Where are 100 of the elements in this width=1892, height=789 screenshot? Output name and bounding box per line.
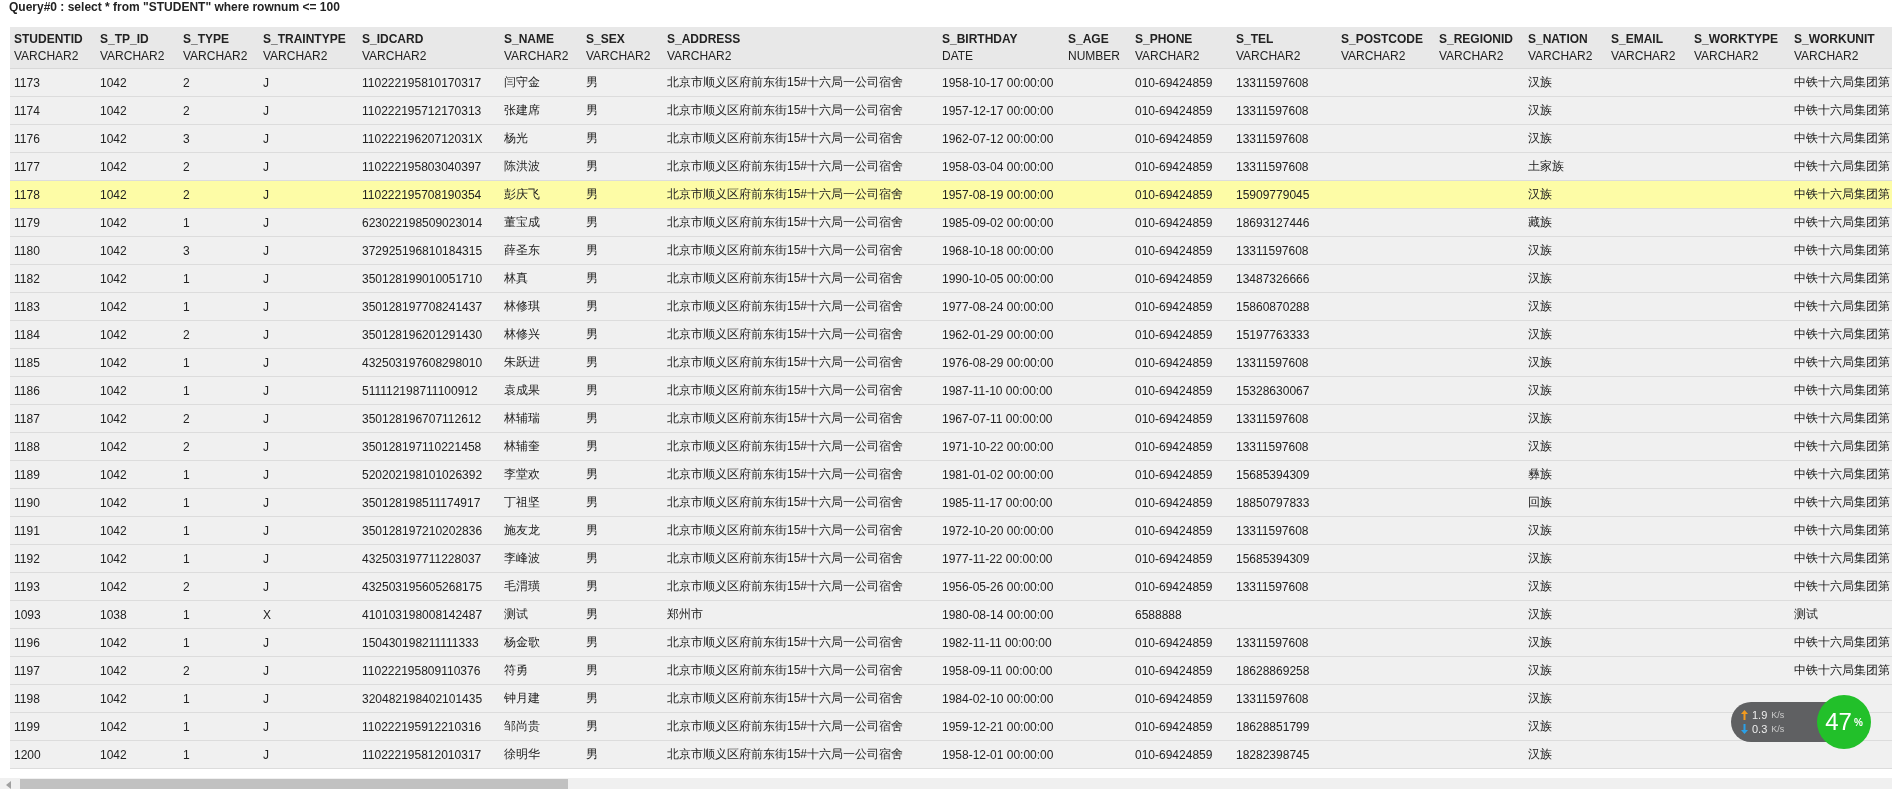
- table-cell: 1: [183, 495, 190, 510]
- table-row[interactable]: 1200 1042 1 J 110222195812010317 徐明华 男 北京市顺义区府前东街15#十六局一公司宿舍 1958-12-01 00:00:00 010-69424859 18282398745 汉族: [10, 740, 1892, 769]
- table-cell: 1191: [14, 523, 40, 538]
- table-cell: 施友龙: [504, 523, 540, 537]
- column-name: S_TP_ID: [100, 31, 149, 46]
- table-row[interactable]: 1188 1042 2 J 350128197110221458 林辅奎 男 北京市顺义区府前东街15#十六局一公司宿舍 1971-10-22 00:00:00 010-69424859 13311597608 汉族 中铁十六局集团第: [10, 432, 1892, 461]
- table-cell: 1042: [100, 75, 127, 90]
- table-row[interactable]: 1184 1042 2 J 350128196201291430 林修兴 男 北京市顺义区府前东街15#十六局一公司宿舍 1962-01-29 00:00:00 010-69424859 15197763333 汉族 中铁十六局集团第: [10, 320, 1892, 349]
- table-cell: 010-69424859: [1135, 719, 1213, 734]
- table-cell: 中铁十六局集团第: [1794, 411, 1890, 425]
- table-cell: 北京市顺义区府前东街15#十六局一公司宿舍: [667, 719, 904, 733]
- table-row[interactable]: 1093 1038 1 X 410103198008142487 测试 男 郑州市 1980-08-14 00:00:00 6588888 汉族 测试: [10, 600, 1892, 629]
- table-cell: 北京市顺义区府前东街15#十六局一公司宿舍: [667, 439, 904, 453]
- table-cell: 1185: [14, 355, 40, 370]
- table-cell: 林辅奎: [504, 439, 540, 453]
- column-name: S_AGE: [1068, 31, 1109, 46]
- table-cell: 中铁十六局集团第: [1794, 75, 1890, 89]
- table-cell: 中铁十六局集团第: [1794, 551, 1890, 565]
- table-row[interactable]: 1185 1042 1 J 432503197608298010 朱跃进 男 北京市顺义区府前东街15#十六局一公司宿舍 1976-08-29 00:00:00 010-69424859 13311597608 汉族 中铁十六局集团第: [10, 348, 1892, 377]
- table-cell: 15685394309: [1236, 467, 1310, 482]
- table-cell: 汉族: [1528, 355, 1552, 369]
- table-row[interactable]: 1189 1042 1 J 520202198101026392 李堂欢 男 北京市顺义区府前东街15#十六局一公司宿舍 1981-01-02 00:00:00 010-69424859 15685394309 彝族 中铁十六局集团第: [10, 460, 1892, 489]
- table-cell: 汉族: [1528, 635, 1552, 649]
- table-cell: 男: [586, 523, 598, 537]
- horizontal-scrollbar[interactable]: [0, 778, 1892, 789]
- column-name: S_TYPE: [183, 31, 230, 46]
- table-cell: J: [263, 635, 269, 650]
- table-row[interactable]: 1193 1042 2 J 432503195605268175 毛渭璜 男 北京市顺义区府前东街15#十六局一公司宿舍 1956-05-26 00:00:00 010-69424859 13311597608 汉族 中铁十六局集团第: [10, 572, 1892, 601]
- table-cell: 北京市顺义区府前东街15#十六局一公司宿舍: [667, 663, 904, 677]
- table-cell: 汉族: [1528, 327, 1552, 341]
- table-cell: 010-69424859: [1135, 131, 1213, 146]
- table-row[interactable]: 1177 1042 2 J 110222195803040397 陈洪波 男 北京市顺义区府前东街15#十六局一公司宿舍 1958-03-04 00:00:00 010-69424859 13311597608 土家族 中铁十六局集团第: [10, 152, 1892, 181]
- table-cell: 1173: [14, 75, 40, 90]
- table-row[interactable]: 1176 1042 3 J 11022219620712031X 杨光 男 北京市顺义区府前东街15#十六局一公司宿舍 1962-07-12 00:00:00 010-69424859 13311597608 汉族 中铁十六局集团第: [10, 124, 1892, 153]
- table-cell: 北京市顺义区府前东街15#十六局一公司宿舍: [667, 103, 904, 117]
- table-cell: 汉族: [1528, 299, 1552, 313]
- table-cell: 010-69424859: [1135, 635, 1213, 650]
- table-cell: 男: [586, 75, 598, 89]
- table-cell: 1042: [100, 719, 127, 734]
- table-row[interactable]: 1190 1042 1 J 350128198511174917 丁祖坚 男 北京市顺义区府前东街15#十六局一公司宿舍 1985-11-17 00:00:00 010-69424859 18850797833 回族 中铁十六局集团第: [10, 488, 1892, 517]
- table-row[interactable]: 1197 1042 2 J 110222195809110376 符勇 男 北京市顺义区府前东街15#十六局一公司宿舍 1958-09-11 00:00:00 010-69424859 18628869258 汉族 中铁十六局集团第: [10, 656, 1892, 685]
- table-row[interactable]: 1179 1042 1 J 623022198509023014 董宝成 男 北京市顺义区府前东街15#十六局一公司宿舍 1985-09-02 00:00:00 010-69424859 18693127446 藏族 中铁十六局集团第: [10, 208, 1892, 237]
- table-row[interactable]: 1187 1042 2 J 350128196707112612 林辅瑞 男 北京市顺义区府前东街15#十六局一公司宿舍 1967-07-11 00:00:00 010-69424859 13311597608 汉族 中铁十六局集团第: [10, 404, 1892, 433]
- table-cell: 432503197608298010: [362, 355, 483, 370]
- table-cell: 中铁十六局集团第: [1794, 355, 1890, 369]
- table-cell: 2: [183, 411, 190, 426]
- table-cell: 1980-08-14 00:00:00: [942, 607, 1054, 622]
- table-cell: X: [263, 607, 271, 622]
- scroll-left-icon[interactable]: [6, 781, 12, 789]
- table-cell: 010-69424859: [1135, 495, 1213, 510]
- table-row[interactable]: 1180 1042 3 J 372925196810184315 薛圣东 男 北京市顺义区府前东街15#十六局一公司宿舍 1968-10-18 00:00:00 010-69424859 13311597608 汉族 中铁十六局集团第: [10, 236, 1892, 265]
- table-cell: 林辅瑞: [504, 411, 540, 425]
- table-cell: 1958-10-17 00:00:00: [942, 75, 1054, 90]
- table-cell: J: [263, 411, 269, 426]
- table-cell: 010-69424859: [1135, 523, 1213, 538]
- table-cell: J: [263, 719, 269, 734]
- table-row[interactable]: 1173 1042 2 J 110222195810170317 闫守金 男 北京市顺义区府前东街15#十六局一公司宿舍 1958-10-17 00:00:00 010-69424859 13311597608 汉族 中铁十六局集团第: [10, 68, 1892, 97]
- table-cell: 男: [586, 383, 598, 397]
- table-cell: 1: [183, 355, 190, 370]
- table-cell: 010-69424859: [1135, 691, 1213, 706]
- table-cell: 1189: [14, 467, 40, 482]
- scrollbar-thumb[interactable]: [20, 779, 568, 789]
- table-cell: 2: [183, 439, 190, 454]
- table-cell: 1174: [14, 103, 40, 118]
- table-row[interactable]: 1174 1042 2 J 110222195712170313 张建席 男 北京市顺义区府前东街15#十六局一公司宿舍 1957-12-17 00:00:00 010-69424859 13311597608 汉族 中铁十六局集团第: [10, 96, 1892, 125]
- column-type: VARCHAR2: [1341, 48, 1406, 63]
- table-cell: 男: [586, 719, 598, 733]
- table-cell: 1: [183, 467, 190, 482]
- table-row[interactable]: 1186 1042 1 J 511112198711100912 袁成果 男 北京市顺义区府前东街15#十六局一公司宿舍 1987-11-10 00:00:00 010-69424859 15328630067 汉族 中铁十六局集团第: [10, 376, 1892, 405]
- table-cell: J: [263, 299, 269, 314]
- table-cell: 北京市顺义区府前东街15#十六局一公司宿舍: [667, 579, 904, 593]
- table-row[interactable]: 1191 1042 1 J 350128197210202836 施友龙 男 北京市顺义区府前东街15#十六局一公司宿舍 1972-10-20 00:00:00 010-69424859 13311597608 汉族 中铁十六局集团第: [10, 516, 1892, 545]
- column-name: S_ADDRESS: [667, 31, 741, 46]
- table-cell: 男: [586, 271, 598, 285]
- table-row[interactable]: 1196 1042 1 J 150430198211111333 杨金歌 男 北京市顺义区府前东街15#十六局一公司宿舍 1982-11-11 00:00:00 010-69424859 13311597608 汉族 中铁十六局集团第: [10, 628, 1892, 657]
- table-cell: 13311597608: [1236, 75, 1309, 90]
- table-cell: 1042: [100, 747, 127, 762]
- column-name: S_WORKTYPE: [1694, 31, 1778, 46]
- table-cell: 2: [183, 159, 190, 174]
- table-cell: 邹尚贵: [504, 719, 540, 733]
- table-cell: 男: [586, 579, 598, 593]
- table-cell: 1190: [14, 495, 40, 510]
- query-title: Query#0 : select * from "STUDENT" where rownum <= 100: [8, 0, 340, 16]
- table-cell: 13311597608: [1236, 579, 1309, 594]
- table-cell: 432503195605268175: [362, 579, 483, 594]
- table-cell: 汉族: [1528, 131, 1552, 145]
- table-row[interactable]: 1183 1042 1 J 350128197708241437 林修琪 男 北京市顺义区府前东街15#十六局一公司宿舍 1977-08-24 00:00:00 010-69424859 15860870288 汉族 中铁十六局集团第: [10, 292, 1892, 321]
- table-cell: 中铁十六局集团第: [1794, 523, 1890, 537]
- table-cell: 男: [586, 551, 598, 565]
- column-name: S_NAME: [504, 31, 554, 46]
- table-cell: 1959-12-21 00:00:00: [942, 719, 1054, 734]
- table-cell: 1990-10-05 00:00:00: [942, 271, 1054, 286]
- table-cell: 北京市顺义区府前东街15#十六局一公司宿舍: [667, 355, 904, 369]
- table-row[interactable]: 1178 1042 2 J 110222195708190354 彭庆飞 男 北京市顺义区府前东街15#十六局一公司宿舍 1957-08-19 00:00:00 010-69424859 15909779045 汉族 中铁十六局集团第: [10, 180, 1892, 209]
- table-row[interactable]: 1182 1042 1 J 350128199010051710 林真 男 北京市顺义区府前东街15#十六局一公司宿舍 1990-10-05 00:00:00 010-69424859 13487326666 汉族 中铁十六局集团第: [10, 264, 1892, 293]
- table-cell: 1042: [100, 663, 127, 678]
- table-cell: 18628869258: [1236, 663, 1310, 678]
- table-row[interactable]: 1192 1042 1 J 432503197711228037 李峰波 男 北京市顺义区府前东街15#十六局一公司宿舍 1977-11-22 00:00:00 010-69424859 15685394309 汉族 中铁十六局集团第: [10, 544, 1892, 573]
- column-type: VARCHAR2: [1236, 48, 1301, 63]
- table-cell: 1042: [100, 439, 127, 454]
